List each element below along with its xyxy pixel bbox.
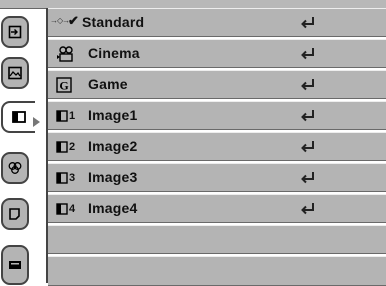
menu-item-image3[interactable]: 3 Image3 <box>48 163 386 192</box>
menu-item-label: Standard <box>82 14 145 30</box>
menu-item-label: Image4 <box>88 200 138 216</box>
menu-item-game[interactable]: G Game <box>48 70 386 99</box>
cinema-camera-icon <box>56 46 78 62</box>
enter-icon[interactable] <box>300 47 316 61</box>
picture-adjust-icon <box>8 66 22 80</box>
menu-item-standard[interactable]: →◇→ ✔ Standard <box>48 8 386 37</box>
menu-item-label: Game <box>88 76 128 92</box>
menu-item-image4[interactable]: 4 Image4 <box>48 194 386 223</box>
menu-item-image1[interactable]: 1 Image1 <box>48 101 386 130</box>
image-memory-icon: 2 <box>56 139 78 155</box>
enter-icon[interactable] <box>300 16 316 30</box>
projector-icon <box>9 261 21 269</box>
enter-icon[interactable] <box>300 109 316 123</box>
selection-pointer-icon: →◇→ <box>50 16 70 25</box>
menu-item-label: Cinema <box>88 45 140 61</box>
menu-item-empty <box>48 256 386 286</box>
image-memory-icon: 4 <box>56 201 78 217</box>
menu-item-label: Image2 <box>88 138 138 154</box>
image-mode-menu: →◇→ ✔ Standard Cinema G Game 1 Image1 2 … <box>46 8 386 286</box>
tab-projector[interactable] <box>1 245 29 285</box>
tab-color[interactable] <box>1 152 29 184</box>
input-icon <box>8 25 22 39</box>
color-icon <box>8 162 22 174</box>
check-icon: ✔ <box>68 13 79 28</box>
menu-item-label: Image1 <box>88 107 138 123</box>
enter-icon[interactable] <box>300 171 316 185</box>
sidebar <box>0 0 46 285</box>
enter-icon[interactable] <box>300 78 316 92</box>
image-number: 4 <box>69 203 76 215</box>
image-number: 3 <box>69 172 76 184</box>
tab-image-select[interactable] <box>1 101 35 133</box>
menu-item-label: Image3 <box>88 169 138 185</box>
game-g-icon: G <box>56 77 78 93</box>
image-select-icon <box>12 111 26 123</box>
image-memory-icon: 3 <box>56 170 78 186</box>
tab-screen[interactable] <box>1 198 29 230</box>
tab-picture-adjust[interactable] <box>1 57 29 89</box>
active-tab-arrow <box>33 117 40 127</box>
screen-icon <box>9 208 20 220</box>
image-number: 1 <box>69 110 76 122</box>
image-number: 2 <box>69 141 76 153</box>
menu-item-image2[interactable]: 2 Image2 <box>48 132 386 161</box>
enter-icon[interactable] <box>300 202 316 216</box>
enter-icon[interactable] <box>300 140 316 154</box>
image-memory-icon: 1 <box>56 108 78 124</box>
tab-input[interactable] <box>1 16 29 48</box>
menu-item-cinema[interactable]: Cinema <box>48 39 386 68</box>
menu-item-empty <box>48 225 386 254</box>
svg-text:G: G <box>59 79 68 93</box>
